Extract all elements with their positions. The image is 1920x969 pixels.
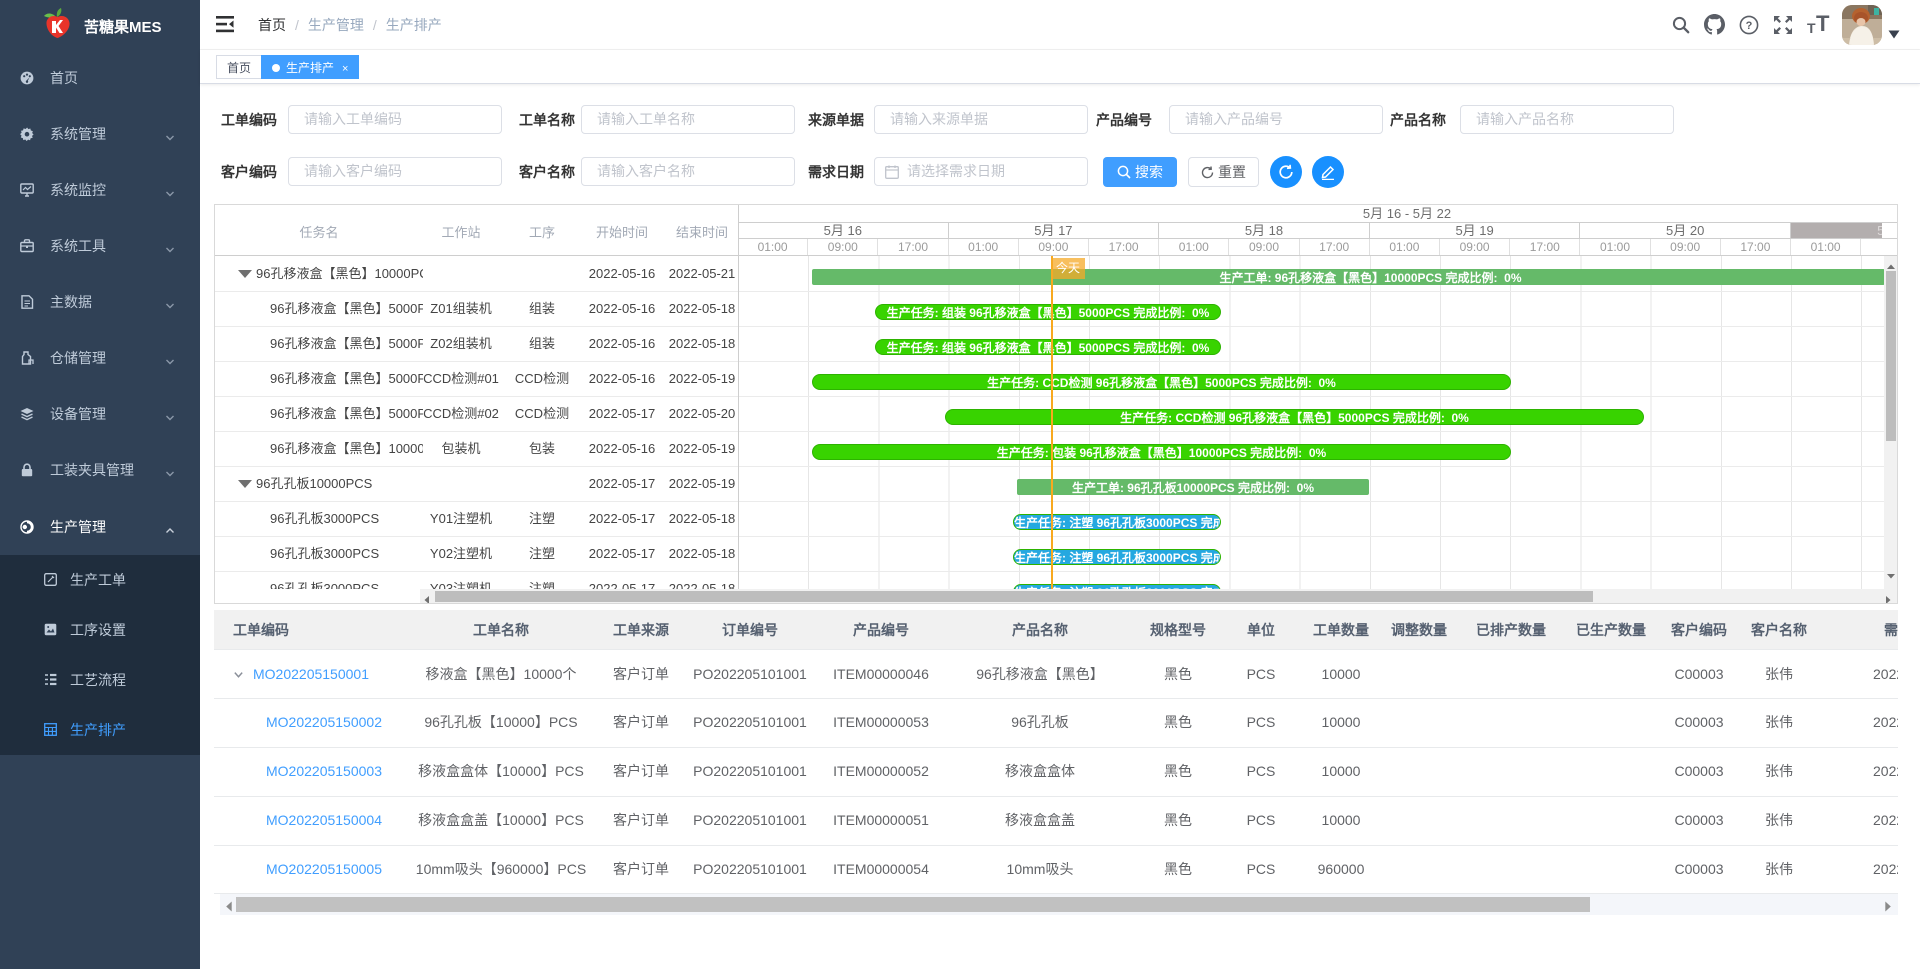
svg-text:?: ? [1746,20,1753,32]
